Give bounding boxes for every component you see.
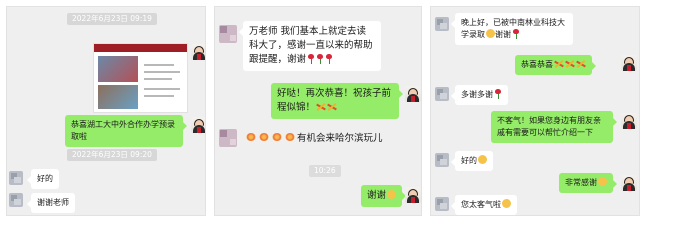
image-text-line: [144, 78, 172, 80]
smile-emoji-icon: [478, 155, 487, 164]
message-text: 谢谢: [367, 190, 387, 201]
confetti-icon: [271, 131, 283, 143]
avatar-parent[interactable]: [9, 193, 23, 207]
message-text: 谢谢: [495, 30, 511, 39]
message-bubble[interactable]: 谢谢: [361, 185, 407, 207]
message-text: 非常感谢: [565, 178, 597, 187]
firework-icon: [565, 59, 575, 69]
avatar-teacher[interactable]: [621, 175, 637, 191]
firework-icon: [327, 102, 337, 112]
avatar-parent[interactable]: [435, 17, 449, 31]
smile-emoji-icon: [486, 29, 495, 38]
smile-emoji-icon: [387, 190, 397, 199]
image-photo: [98, 85, 138, 109]
firework-icon: [316, 102, 326, 112]
message-bubble[interactable]: 您太客气啦: [451, 195, 517, 215]
avatar-teacher[interactable]: [621, 55, 637, 71]
message-text: 好的: [461, 156, 477, 165]
rose-icon: [307, 54, 315, 64]
message-text: 不客气！如果您身边有朋友亲戚有需要可以帮忙介绍一下: [497, 116, 601, 137]
avatar-teacher[interactable]: [621, 113, 637, 129]
avatar-parent[interactable]: [9, 171, 23, 185]
rose-icon: [512, 29, 520, 39]
smile-emoji-icon: [502, 199, 511, 208]
timestamp: 2022年6月23日 09:19: [67, 13, 157, 25]
image-text-line: [144, 88, 180, 90]
message-bubble[interactable]: 万老师 我们基本上就定去读科大了，感谢一直以来的帮助跟提醒，谢谢: [239, 21, 381, 71]
confetti-icon: [258, 131, 270, 143]
image-message[interactable]: [93, 43, 188, 113]
message-bubble[interactable]: 多谢多谢: [451, 85, 508, 105]
firework-icon: [576, 59, 586, 69]
image-text-line: [144, 95, 174, 97]
timestamp: 2022年6月23日 09:20: [67, 149, 157, 161]
avatar-teacher[interactable]: [405, 86, 421, 102]
message-bubble[interactable]: 好的: [451, 151, 493, 171]
chat-panel-2: 万老师 我们基本上就定去读科大了，感谢一直以来的帮助跟提醒，谢谢 好哒！再次恭喜…: [214, 6, 422, 216]
firework-icon: [554, 59, 564, 69]
rose-icon: [325, 54, 333, 64]
message-bubble[interactable]: 好哒！再次恭喜！祝孩子前程似锦！: [271, 83, 403, 119]
avatar-parent[interactable]: [219, 129, 237, 147]
message-text: 有机会来哈尔滨玩儿: [297, 133, 383, 144]
smile-emoji-icon: [598, 177, 607, 186]
chat-panel-1: 2022年6月23日 09:19 恭喜湖工大中外合作办学预录取啦 2022年6月…: [6, 6, 206, 216]
message-bubble[interactable]: 非常感谢: [559, 173, 617, 193]
image-text-line: [144, 64, 174, 66]
rose-icon: [316, 54, 324, 64]
image-photo: [98, 56, 138, 82]
emoji-message[interactable]: 有机会来哈尔滨玩儿: [245, 131, 383, 146]
avatar-parent[interactable]: [219, 25, 237, 43]
message-text: 恭喜湖工大中外合作办学预录取啦: [71, 120, 175, 141]
message-bubble[interactable]: 晚上好，已被中南林业科技大学录取 谢谢: [451, 13, 573, 45]
avatar-teacher[interactable]: [191, 44, 205, 60]
message-bubble[interactable]: 好的: [27, 169, 59, 189]
avatar-teacher[interactable]: [405, 187, 421, 203]
message-text: 您太客气啦: [461, 200, 501, 209]
message-bubble[interactable]: 谢谢老师: [27, 193, 75, 213]
message-text: 恭喜恭喜: [521, 60, 553, 69]
rose-icon: [494, 89, 502, 99]
image-header: [94, 44, 187, 52]
timestamp: 10:26: [309, 165, 341, 177]
message-bubble[interactable]: 恭喜湖工大中外合作办学预录取啦: [65, 115, 187, 147]
message-text: 好的: [37, 174, 53, 183]
chat-panel-3: 晚上好，已被中南林业科技大学录取 谢谢 恭喜恭喜 多谢多谢 不客气！如果您身边有朋…: [430, 6, 640, 216]
message-bubble[interactable]: 恭喜恭喜: [515, 55, 596, 75]
image-text-line: [144, 71, 180, 73]
avatar-teacher[interactable]: [191, 117, 205, 133]
message-text: 多谢多谢: [461, 90, 493, 99]
confetti-icon: [284, 131, 296, 143]
message-bubble[interactable]: 不客气！如果您身边有朋友亲戚有需要可以帮忙介绍一下: [491, 111, 617, 143]
message-text: 谢谢老师: [37, 198, 69, 207]
avatar-parent[interactable]: [435, 87, 449, 101]
avatar-parent[interactable]: [435, 197, 449, 211]
confetti-icon: [245, 131, 257, 143]
avatar-parent[interactable]: [435, 153, 449, 167]
